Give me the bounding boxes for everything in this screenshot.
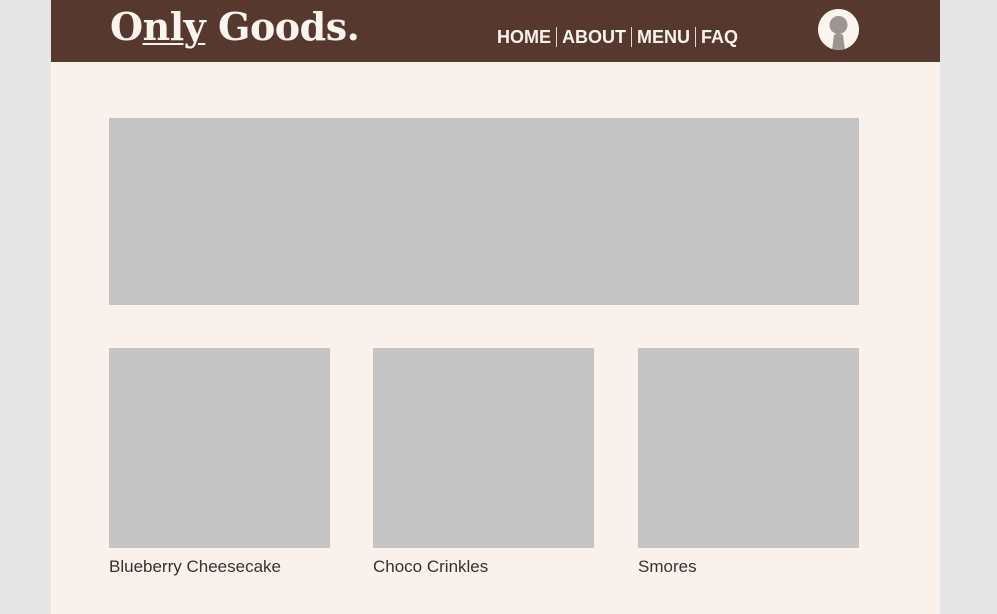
- user-silhouette: [818, 9, 859, 50]
- product-card[interactable]: Smores: [638, 348, 859, 578]
- site-logo[interactable]: Only Goods.: [110, 3, 360, 51]
- nav-divider: [631, 27, 632, 47]
- product-card[interactable]: Blueberry Cheesecake: [109, 348, 330, 578]
- page: Only Goods. HOME ABOUT MENU FAQ Blueberr…: [51, 0, 940, 614]
- product-name[interactable]: Smores: [638, 556, 859, 578]
- product-image[interactable]: [373, 348, 594, 548]
- nav-menu[interactable]: MENU: [637, 27, 690, 48]
- product-name[interactable]: Choco Crinkles: [373, 556, 594, 578]
- user-avatar-icon[interactable]: [818, 9, 859, 50]
- nav-home[interactable]: HOME: [497, 27, 551, 48]
- nav-divider: [695, 27, 696, 47]
- main-nav: HOME ABOUT MENU FAQ: [497, 24, 738, 50]
- logo-prefix: O: [110, 4, 143, 49]
- nav-faq[interactable]: FAQ: [701, 27, 738, 48]
- product-image[interactable]: [638, 348, 859, 548]
- product-image[interactable]: [109, 348, 330, 548]
- product-card[interactable]: Choco Crinkles: [373, 348, 594, 578]
- hero-banner[interactable]: [109, 118, 859, 305]
- site-header: Only Goods. HOME ABOUT MENU FAQ: [51, 0, 940, 62]
- product-name[interactable]: Blueberry Cheesecake: [109, 556, 330, 578]
- logo-underlined: nly: [142, 4, 206, 49]
- logo-suffix: Goods.: [205, 4, 360, 49]
- nav-about[interactable]: ABOUT: [562, 27, 626, 48]
- nav-divider: [556, 27, 557, 47]
